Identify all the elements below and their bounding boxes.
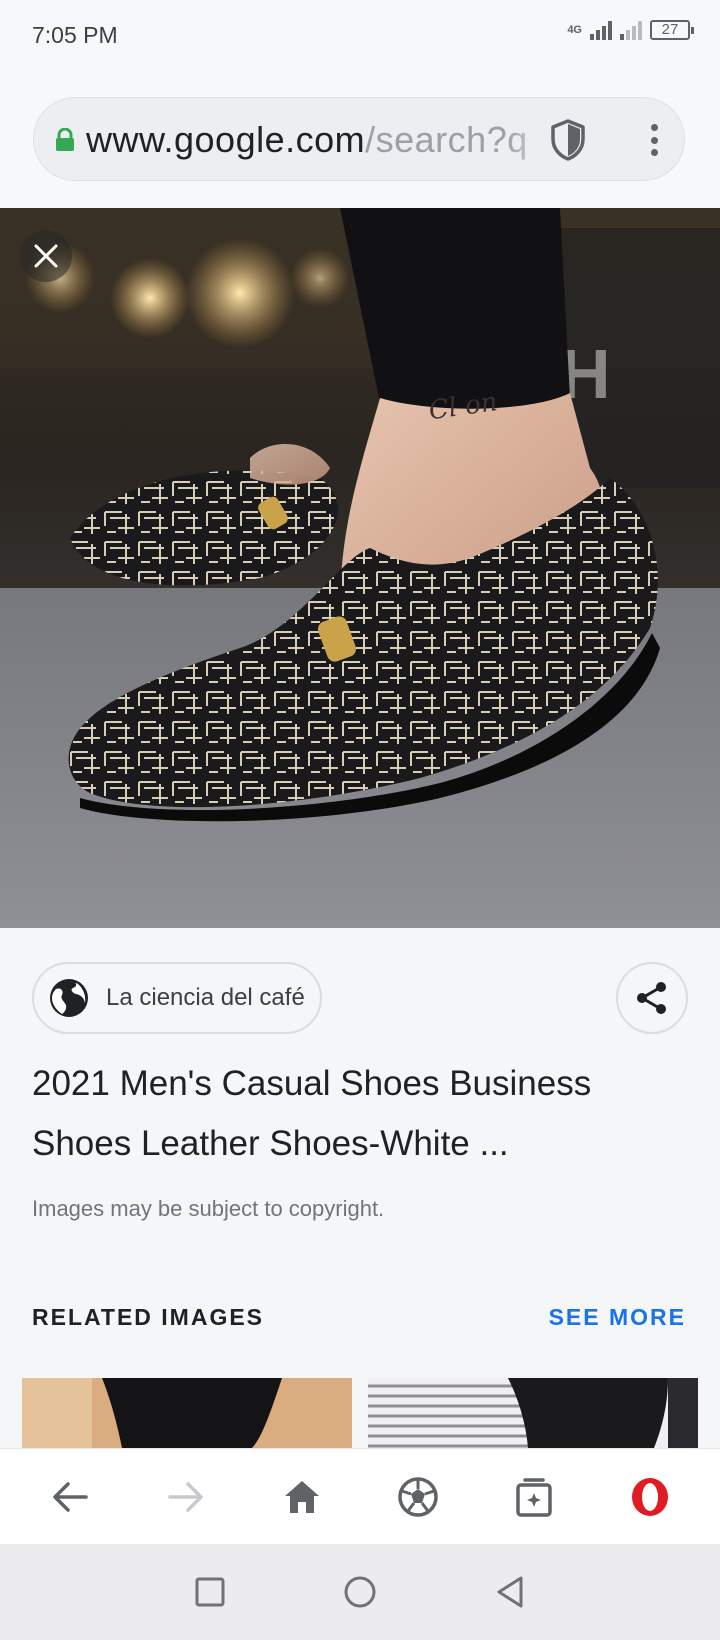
home-circle-icon[interactable]: [343, 1575, 377, 1609]
soccer-ball-icon: [398, 1476, 438, 1517]
forward-arrow-icon: [168, 1481, 203, 1512]
tabs-button[interactable]: [504, 1467, 564, 1527]
copyright-note: Images may be subject to copyright.: [32, 1196, 385, 1221]
related-shoe-photo: [22, 1378, 352, 1448]
globe-icon: [50, 979, 88, 1017]
share-icon: [637, 982, 666, 1014]
signal-strength-icon: [590, 20, 612, 40]
opera-menu-button[interactable]: [620, 1467, 680, 1527]
url-text[interactable]: www.google.com/search?q: [86, 118, 566, 162]
back-arrow-icon: [53, 1481, 88, 1512]
address-bar[interactable]: www.google.com/search?q: [33, 97, 685, 181]
home-icon: [285, 1480, 319, 1513]
status-icons: 4G 27: [567, 20, 694, 40]
kebab-menu-icon[interactable]: [634, 120, 674, 160]
source-label: La ciencia del café: [106, 984, 305, 1011]
back-button[interactable]: [40, 1467, 100, 1527]
status-time: 7:05 PM: [32, 22, 118, 48]
soccer-button[interactable]: [388, 1467, 448, 1527]
browser-toolbar: www.google.com/search?q: [0, 72, 720, 208]
back-triangle-icon[interactable]: [495, 1575, 525, 1609]
status-bar: 7:05 PM 4G 27: [0, 0, 720, 72]
browser-bottom-bar: [0, 1448, 720, 1544]
lock-icon: [56, 128, 74, 151]
url-host: www.google.com: [86, 119, 366, 160]
tabs-icon: [516, 1477, 552, 1517]
shoe-photo: H Cl on: [0, 208, 720, 928]
source-chip[interactable]: La ciencia del café: [32, 962, 322, 1034]
recent-apps-icon[interactable]: [195, 1577, 225, 1607]
preview-image: H Cl on: [0, 208, 720, 928]
related-shoe-photo: [368, 1378, 698, 1448]
system-navigation-bar: [0, 1544, 720, 1640]
related-images-heading: RELATED IMAGES: [32, 1304, 265, 1330]
related-image-thumbnail[interactable]: [22, 1378, 352, 1448]
secondary-signal-icon: [620, 20, 642, 40]
close-button[interactable]: [20, 230, 72, 282]
home-button[interactable]: [272, 1467, 332, 1527]
network-type-label: 4G: [567, 23, 582, 36]
battery-level: 27: [661, 21, 679, 38]
battery-icon: 27: [650, 20, 694, 40]
see-more-link[interactable]: SEE MORE: [549, 1304, 686, 1331]
forward-button[interactable]: [156, 1467, 216, 1527]
shield-icon[interactable]: [548, 118, 588, 162]
close-icon: [34, 244, 58, 268]
result-title[interactable]: 2021 Men's Casual Shoes Business Shoes L…: [32, 1054, 682, 1174]
related-image-thumbnail[interactable]: [368, 1378, 698, 1448]
opera-logo-icon: [632, 1477, 668, 1516]
share-button[interactable]: [616, 962, 688, 1034]
